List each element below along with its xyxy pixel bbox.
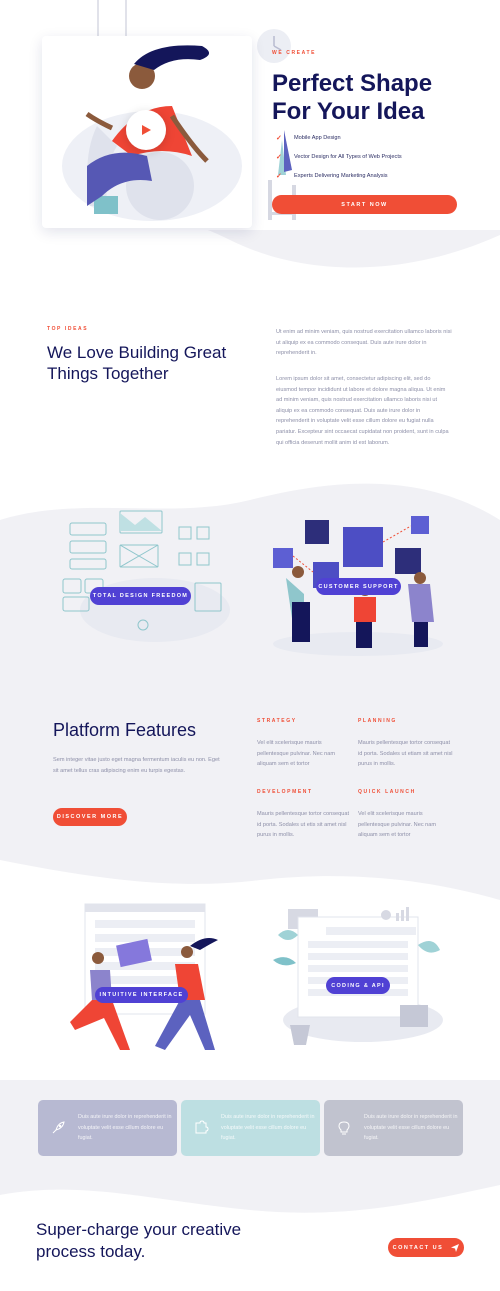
coding-api-illustration (273, 907, 443, 1045)
about-title: We Love Building Great Things Together (47, 342, 257, 384)
checklist-item-label: Vector Design for All Types of Web Proje… (294, 153, 402, 160)
feature-quick-launch: Quick Launch Vel elit scelerisque mauris… (358, 789, 453, 841)
feature-heading: Planning (358, 718, 397, 724)
info-card-text: Duis aute irure dolor in reprehenderit i… (78, 1114, 172, 1142)
customer-support-label: Customer Support (316, 578, 401, 595)
feature-heading: Quick Launch (358, 789, 416, 795)
info-card-3: Duis aute irure dolor in reprehenderit i… (324, 1100, 463, 1156)
checklist-item-label: Experts Delivering Marketing Analysis (294, 172, 388, 179)
about-title-line1: We Love Building Great (47, 343, 227, 362)
check-icon: ✓ (276, 153, 282, 161)
about-paragraph-2: Lorem ipsum dolor sit amet, consectetur … (276, 376, 449, 446)
hero-title: Perfect Shape For Your Idea (272, 70, 482, 126)
features-description: Sem integer vitae justo eget magna ferme… (53, 757, 220, 774)
checklist-item: ✓ Experts Delivering Marketing Analysis (276, 166, 402, 185)
design-freedom-label: Total Design Freedom (90, 587, 191, 605)
intuitive-interface-label: Intuitive Interface (95, 987, 188, 1003)
clock-icon (257, 29, 291, 63)
check-icon: ✓ (276, 172, 282, 180)
checklist-item-label: Mobile App Design (294, 134, 341, 141)
feature-heading: Strategy (257, 718, 297, 724)
checklist-item: ✓ Vector Design for All Types of Web Pro… (276, 147, 402, 166)
feature-strategy: Strategy Vel elit scelerisque mauris pel… (257, 718, 352, 770)
design-freedom-illustration (62, 510, 230, 642)
feature-text: Vel elit scelerisque mauris pellentesque… (257, 740, 336, 768)
play-button[interactable] (126, 110, 166, 150)
hero-eyebrow: We Create (272, 50, 317, 56)
cta-title: Super-charge your creative process today… (36, 1219, 296, 1263)
cta-title-line1: Super-charge your creative (36, 1220, 242, 1239)
info-card-text: Duis aute irure dolor in reprehenderit i… (221, 1114, 315, 1142)
contact-us-label: Contact Us (392, 1244, 444, 1251)
checklist-item: ✓ Mobile App Design (276, 128, 402, 147)
puzzle-icon (181, 1120, 221, 1136)
discover-more-button[interactable]: Discover More (53, 808, 127, 826)
about-eyebrow: Top Ideas (47, 326, 89, 332)
contact-us-button[interactable]: Contact Us (388, 1238, 464, 1257)
about-title-line2: Things Together (47, 364, 169, 383)
feature-text: Mauris pellentesque tortor consequat id … (257, 811, 350, 839)
hero-title-line1: Perfect Shape (272, 70, 433, 97)
info-card-1: Duis aute irure dolor in reprehenderit i… (38, 1100, 177, 1156)
hero-title-line2: For Your Idea (272, 98, 425, 125)
cta-title-line2: process today. (36, 1242, 146, 1261)
coding-api-label: Coding & API (326, 977, 390, 994)
feature-development: Development Mauris pellentesque tortor c… (257, 789, 352, 841)
features-title: Platform Features (53, 720, 197, 740)
feature-text: Mauris pellentesque tortor consequat id … (358, 740, 453, 768)
intuitive-interface-illustration (70, 903, 218, 1050)
start-now-button[interactable]: Start Now (272, 195, 457, 214)
info-card-text: Duis aute irure dolor in reprehenderit i… (364, 1114, 458, 1142)
about-paragraph-1: Ut enim ad minim veniam, quis nostrud ex… (276, 329, 452, 357)
check-icon: ✓ (276, 134, 282, 142)
rocket-icon (38, 1120, 78, 1136)
lightbulb-icon (324, 1120, 364, 1136)
feature-planning: Planning Mauris pellentesque tortor cons… (358, 718, 453, 770)
paper-plane-icon (451, 1243, 460, 1252)
hero-checklist: ✓ Mobile App Design ✓ Vector Design for … (276, 128, 402, 185)
play-icon (142, 125, 151, 135)
feature-text: Vel elit scelerisque mauris pellentesque… (358, 811, 437, 839)
feature-heading: Development (257, 789, 313, 795)
info-card-2: Duis aute irure dolor in reprehenderit i… (181, 1100, 320, 1156)
